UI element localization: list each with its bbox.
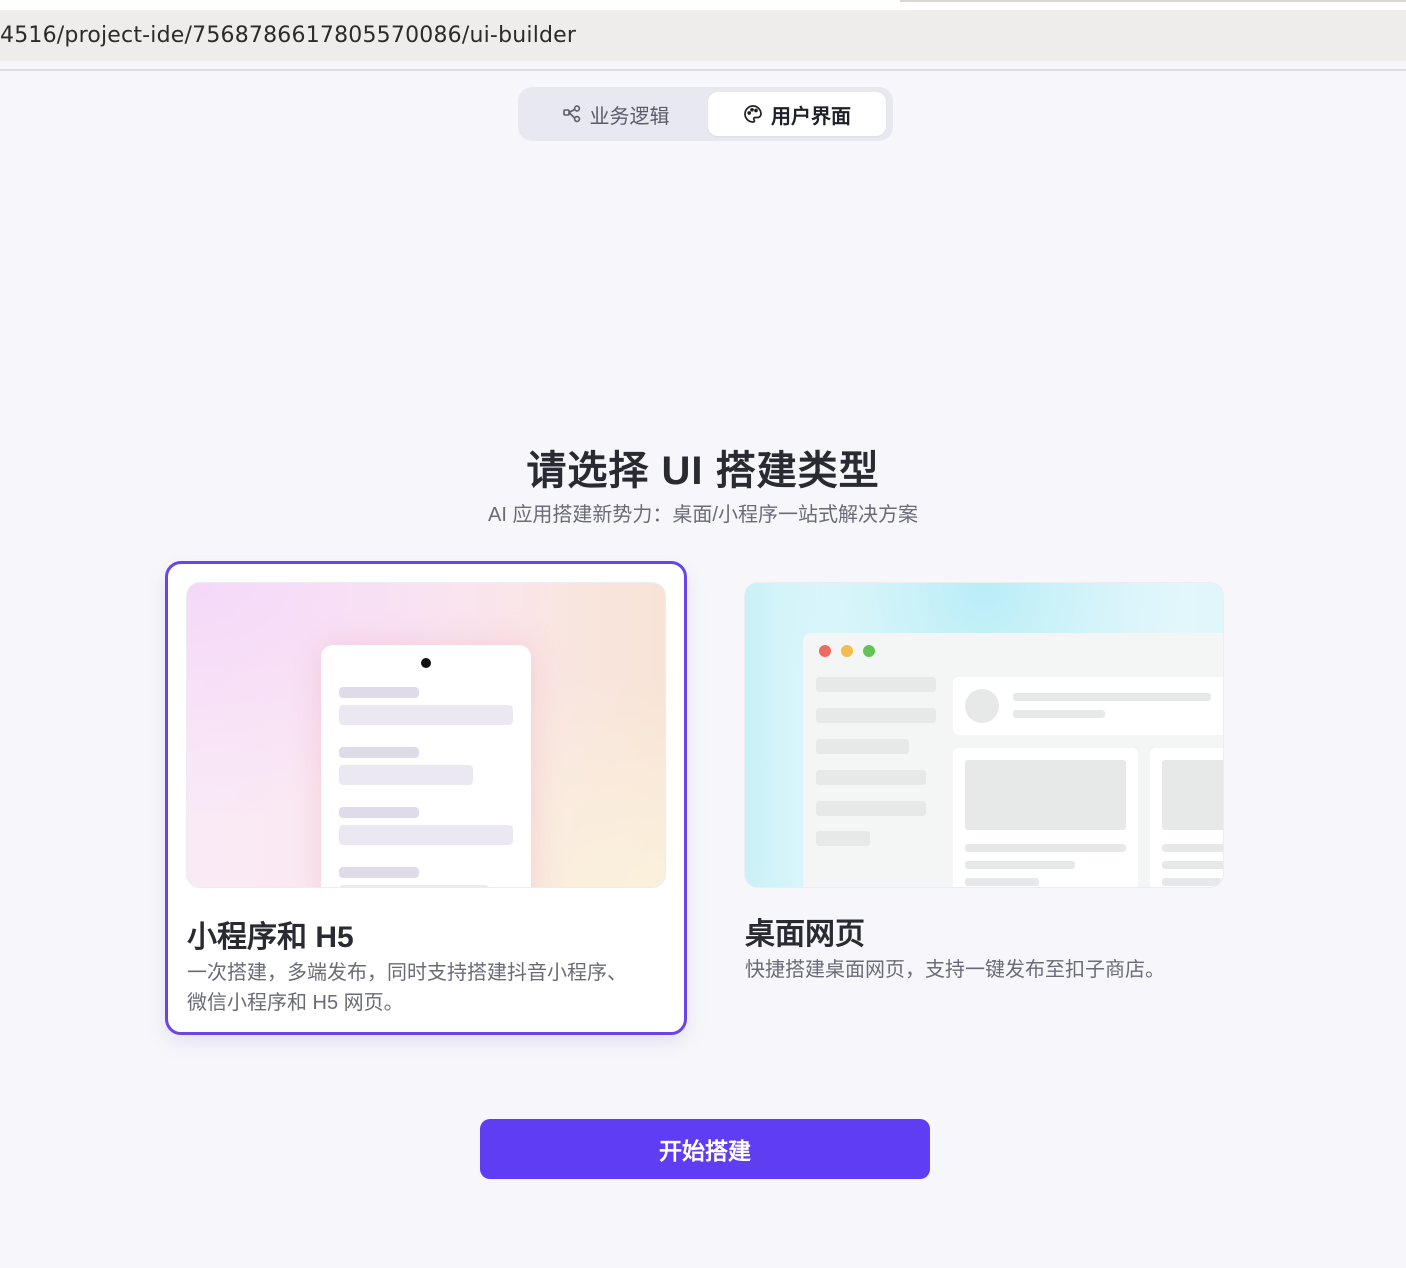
content-panel xyxy=(953,748,1138,887)
window-close-dot xyxy=(819,645,831,657)
window-minimize-dot xyxy=(841,645,853,657)
url-text[interactable]: 4516/project-ide/7568786617805570086/ui-… xyxy=(0,23,576,48)
placeholder-bar xyxy=(816,708,936,723)
placeholder-bar xyxy=(339,747,419,758)
card-title: 小程序和 H5 xyxy=(187,921,354,954)
avatar-placeholder xyxy=(965,689,999,723)
page-subtitle: AI 应用搭建新势力：桌面/小程序一站式解决方案 xyxy=(487,504,918,526)
window-maximize-dot xyxy=(863,645,875,657)
placeholder-bar xyxy=(339,705,513,725)
placeholder-bar xyxy=(339,765,473,785)
placeholder-bar xyxy=(1013,710,1105,718)
card-description: 一次搭建，多端发布，同时支持搭建抖音小程序、 微信小程序和 H5 网页。 xyxy=(187,958,667,1018)
card-title: 桌面网页 xyxy=(745,918,865,951)
start-build-button[interactable]: 开始搭建 xyxy=(480,1119,930,1179)
card-description-line: 快捷搭建桌面网页，支持一键发布至扣子商店。 xyxy=(745,959,1165,981)
option-card-miniprogram-h5[interactable]: 小程序和 H5 一次搭建，多端发布，同时支持搭建抖音小程序、 微信小程序和 H5… xyxy=(165,561,687,1035)
placeholder-bar xyxy=(1162,861,1223,869)
placeholder-bar xyxy=(339,867,419,878)
palette-icon xyxy=(743,104,763,124)
placeholder-bar xyxy=(816,770,926,785)
placeholder-bar xyxy=(339,885,489,887)
placeholder-bar xyxy=(816,739,909,754)
browser-tab-strip xyxy=(0,0,1406,10)
card-description-line: 一次搭建，多端发布，同时支持搭建抖音小程序、 xyxy=(187,962,627,984)
placeholder-bar xyxy=(816,831,870,846)
placeholder-bar xyxy=(965,878,1039,886)
placeholder-bar xyxy=(1162,844,1223,852)
address-bar-divider xyxy=(0,69,1406,71)
placeholder-bar xyxy=(816,801,926,816)
placeholder-bar xyxy=(965,861,1075,869)
placeholder-bar xyxy=(1013,693,1211,701)
placeholder-bar xyxy=(816,677,936,692)
desktop-preview-illustration xyxy=(744,582,1224,888)
card-description: 快捷搭建桌面网页，支持一键发布至扣子商店。 xyxy=(745,955,1225,985)
phone-camera-dot xyxy=(421,658,431,668)
tab-label: 用户界面 xyxy=(771,105,851,128)
tab-user-interface[interactable]: 用户界面 xyxy=(708,92,886,136)
miniprogram-preview-illustration xyxy=(186,582,666,888)
tab-label: 业务逻辑 xyxy=(589,105,670,128)
address-bar[interactable]: 4516/project-ide/7568786617805570086/ui-… xyxy=(0,10,1406,61)
workflow-icon xyxy=(562,104,582,124)
placeholder-bar xyxy=(339,807,419,818)
header-panel xyxy=(953,677,1223,735)
placeholder-bar xyxy=(339,687,419,698)
phone-mockup xyxy=(321,645,531,887)
browser-window-mockup xyxy=(803,633,1223,887)
tab-business-logic[interactable]: 业务逻辑 xyxy=(523,92,708,136)
content-panel xyxy=(1150,748,1223,887)
tab-edge xyxy=(900,0,1406,2)
image-placeholder xyxy=(965,760,1126,830)
placeholder-bar xyxy=(339,825,513,845)
image-placeholder xyxy=(1162,760,1223,830)
mode-switch: 业务逻辑 用户界面 xyxy=(518,87,893,141)
placeholder-bar xyxy=(965,844,1126,852)
card-description-line: 微信小程序和 H5 网页。 xyxy=(187,992,404,1014)
placeholder-bar xyxy=(1162,878,1222,886)
option-card-desktop-web[interactable]: 桌面网页 快捷搭建桌面网页，支持一键发布至扣子商店。 xyxy=(723,561,1245,1035)
page-title: 请选择 UI 搭建类型 xyxy=(526,449,880,493)
